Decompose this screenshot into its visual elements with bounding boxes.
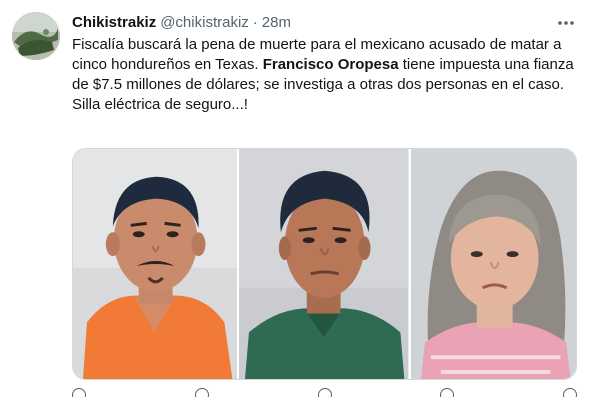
views-icon[interactable] [440, 388, 455, 397]
more-options-button[interactable] [555, 12, 577, 32]
tweet-text: Fiscalía buscará la pena de muerte para … [72, 35, 577, 115]
tweet-media[interactable] [72, 148, 577, 380]
mugshot-image-3 [410, 149, 576, 379]
retweet-icon[interactable] [194, 388, 209, 397]
user-handle[interactable]: @chikistrakiz [160, 14, 249, 31]
avatar-image [12, 12, 60, 60]
tweet-header: Chikistrakiz @chikistrakiz · 28m [72, 12, 291, 32]
like-icon[interactable] [317, 388, 332, 397]
display-name[interactable]: Chikistrakiz [72, 14, 156, 31]
timestamp[interactable]: 28m [262, 14, 291, 31]
more-horizontal-icon [557, 13, 575, 31]
bold-name: Francisco Oropesa [262, 56, 399, 73]
share-icon[interactable] [563, 388, 577, 397]
reply-icon[interactable] [72, 388, 86, 397]
avatar[interactable] [12, 12, 60, 60]
separator-dot: · [252, 13, 258, 31]
tweet-actions [72, 388, 577, 397]
mugshot-image-1 [73, 149, 238, 379]
photo-1[interactable] [73, 149, 238, 379]
mugshot-image-2 [239, 149, 409, 379]
photo-3[interactable] [410, 149, 576, 379]
tweet[interactable]: Chikistrakiz @chikistrakiz · 28m Fiscalí… [0, 0, 589, 397]
photo-2[interactable] [239, 149, 409, 379]
tweet-text-line2: Silla eléctrica de seguro...! [72, 96, 248, 113]
